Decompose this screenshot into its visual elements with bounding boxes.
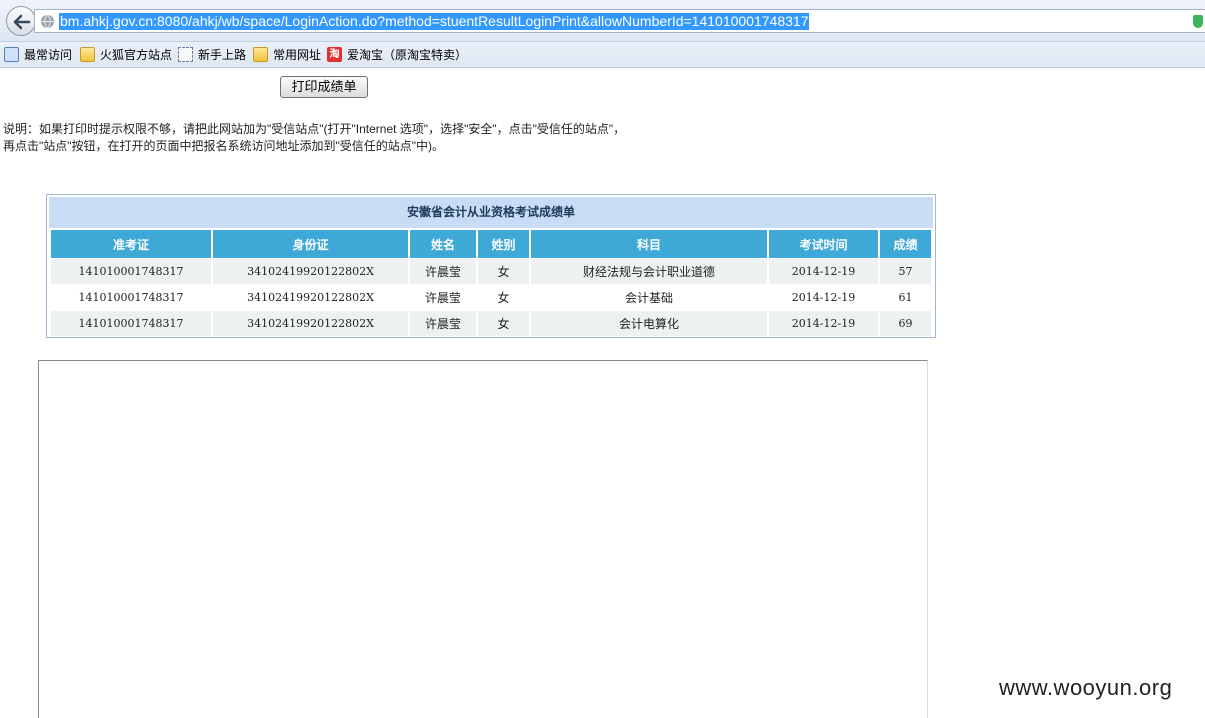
column-header: 成绩	[880, 230, 931, 258]
gender-cell: 女	[478, 285, 529, 310]
gender-cell: 女	[478, 259, 529, 284]
exam-date-cell: 2014-12-19	[769, 259, 878, 284]
print-preview-frame	[38, 360, 928, 718]
name-cell: 许晨莹	[410, 311, 476, 336]
bookmark-label: 新手上路	[198, 48, 247, 62]
name-cell: 许晨莹	[410, 259, 476, 284]
table-row: 141010001748317 34102419920122802X 许晨莹 女…	[51, 311, 931, 336]
bookmark-label: 火狐官方站点	[100, 48, 173, 62]
print-instructions: 说明：如果打印时提示权限不够，请把此网站加为"受信站点"(打开"Internet…	[3, 122, 626, 153]
bookmark-label: 常用网址	[273, 48, 322, 62]
subject-cell: 会计基础	[531, 285, 767, 310]
page-icon	[178, 47, 193, 62]
gender-cell: 女	[478, 311, 529, 336]
name-cell: 许晨莹	[410, 285, 476, 310]
score-cell: 61	[880, 285, 931, 310]
column-header: 身份证	[213, 230, 408, 258]
browser-window: bm.ahkj.gov.cn:8080/ahkj/wb/space/LoginA…	[0, 0, 1205, 718]
column-header: 科目	[531, 230, 767, 258]
subject-cell: 财经法规与会计职业道德	[531, 259, 767, 284]
id-number-cell: 34102419920122802X	[213, 285, 408, 310]
exam-ticket-cell: 141010001748317	[51, 311, 211, 336]
globe-icon	[40, 14, 55, 29]
folder-icon	[80, 47, 95, 62]
bookmarks-toolbar: 最常访问 火狐官方站点 新手上路 常用网址 淘 爱淘宝（原淘宝特卖）	[0, 42, 1205, 68]
navigation-bar: bm.ahkj.gov.cn:8080/ahkj/wb/space/LoginA…	[0, 0, 1205, 42]
subject-cell: 会计电算化	[531, 311, 767, 336]
print-scores-button[interactable]: 打印成绩单	[280, 76, 368, 98]
id-number-cell: 34102419920122802X	[213, 311, 408, 336]
score-report: 安徽省会计从业资格考试成绩单 准考证 身份证 姓名 姓别 科目 考试时间 成绩 …	[46, 194, 936, 338]
back-arrow-icon	[13, 14, 31, 30]
column-header: 姓别	[478, 230, 529, 258]
table-header-row: 准考证 身份证 姓名 姓别 科目 考试时间 成绩	[51, 230, 931, 258]
taobao-icon: 淘	[327, 47, 342, 62]
column-header: 考试时间	[769, 230, 878, 258]
folder-icon	[253, 47, 268, 62]
watermark: www.wooyun.org	[999, 675, 1173, 700]
exam-ticket-cell: 141010001748317	[51, 259, 211, 284]
shield-icon	[1193, 15, 1203, 28]
search-icon	[4, 47, 19, 62]
id-number-cell: 34102419920122802X	[213, 259, 408, 284]
exam-ticket-cell: 141010001748317	[51, 285, 211, 310]
exam-date-cell: 2014-12-19	[769, 285, 878, 310]
back-button[interactable]	[6, 6, 36, 36]
bookmark-label: 最常访问	[24, 48, 73, 62]
column-header: 姓名	[410, 230, 476, 258]
score-cell: 69	[880, 311, 931, 336]
bookmark-label: 爱淘宝（原淘宝特卖）	[347, 48, 468, 62]
table-row: 141010001748317 34102419920122802X 许晨莹 女…	[51, 285, 931, 310]
score-cell: 57	[880, 259, 931, 284]
exam-date-cell: 2014-12-19	[769, 311, 878, 336]
column-header: 准考证	[51, 230, 211, 258]
address-bar[interactable]: bm.ahkj.gov.cn:8080/ahkj/wb/space/LoginA…	[34, 9, 1205, 33]
table-row: 141010001748317 34102419920122802X 许晨莹 女…	[51, 259, 931, 284]
score-table: 准考证 身份证 姓名 姓别 科目 考试时间 成绩 141010001748317…	[49, 229, 933, 337]
score-report-title: 安徽省会计从业资格考试成绩单	[49, 197, 933, 228]
url-text[interactable]: bm.ahkj.gov.cn:8080/ahkj/wb/space/LoginA…	[59, 13, 810, 30]
